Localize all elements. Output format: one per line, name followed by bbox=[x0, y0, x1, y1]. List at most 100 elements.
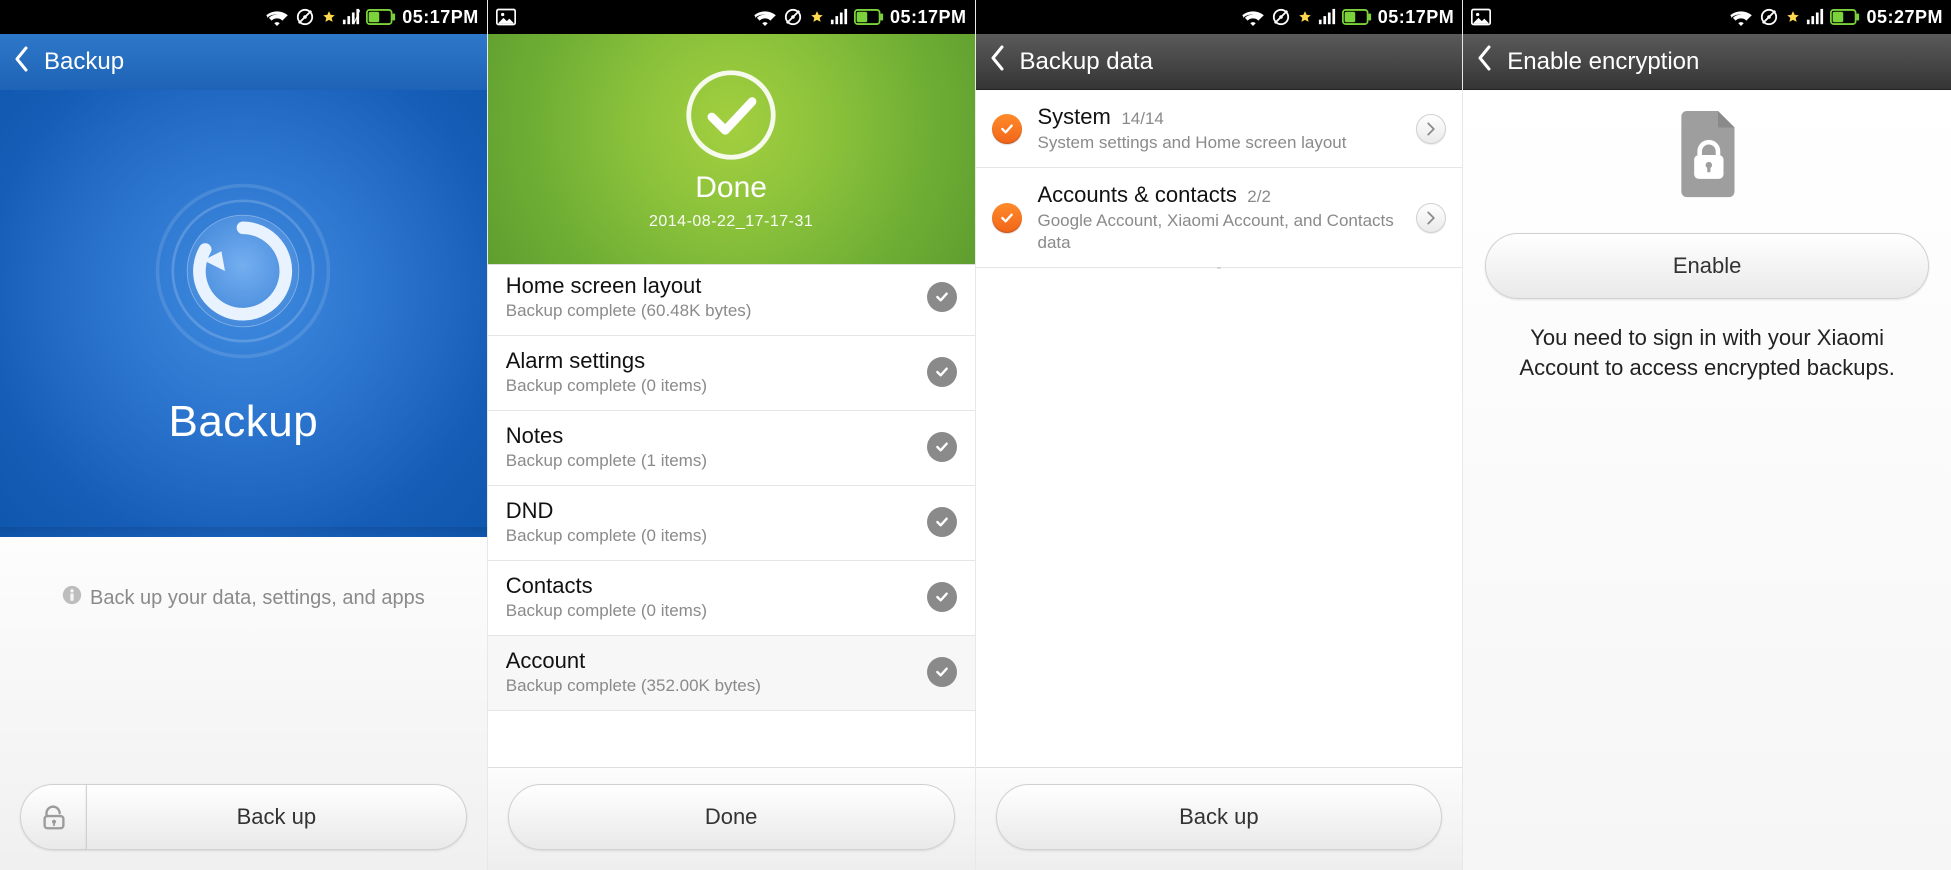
info-icon bbox=[62, 585, 82, 611]
status-bar: 05:17PM bbox=[488, 0, 975, 34]
list-item[interactable]: Home screen layout Backup complete (60.4… bbox=[488, 265, 975, 336]
sim-no-signal-icon bbox=[1270, 8, 1292, 26]
cat-title: Accounts & contacts bbox=[1038, 182, 1237, 207]
hero-title: Backup bbox=[168, 397, 318, 447]
enable-button[interactable]: Enable bbox=[1485, 233, 1929, 299]
button-label: Back up bbox=[237, 804, 317, 830]
signal-icon bbox=[830, 8, 848, 26]
backup-ring-icon bbox=[153, 181, 333, 361]
chevron-right-icon[interactable] bbox=[1416, 114, 1446, 144]
item-sub: Backup complete (0 items) bbox=[506, 376, 913, 396]
list-item[interactable]: Notes Backup complete (1 items) bbox=[488, 411, 975, 486]
check-icon bbox=[927, 282, 957, 312]
battery-icon bbox=[854, 9, 884, 25]
footer: Done bbox=[488, 767, 975, 870]
star-icon bbox=[810, 10, 824, 24]
status-bar: 05:17PM bbox=[976, 0, 1463, 34]
star-icon bbox=[1298, 10, 1312, 24]
item-title: Account bbox=[506, 648, 913, 674]
screenshot-icon bbox=[496, 8, 516, 26]
lock-file-icon bbox=[1652, 100, 1762, 215]
sim-no-signal-icon bbox=[1758, 8, 1780, 26]
button-label: Enable bbox=[1673, 253, 1742, 279]
backup-items-list[interactable]: Home screen layout Backup complete (60.4… bbox=[488, 264, 975, 767]
sim-no-signal-icon bbox=[294, 8, 316, 26]
wifi-icon bbox=[754, 8, 776, 26]
done-button[interactable]: Done bbox=[508, 784, 955, 850]
wifi-icon bbox=[266, 8, 288, 26]
status-bar: 05:27PM bbox=[1463, 0, 1951, 34]
encryption-message: You need to sign in with your Xiaomi Acc… bbox=[1485, 323, 1929, 382]
backup-button[interactable]: Back up bbox=[996, 784, 1443, 850]
screen-backup-landing: 05:17PM Backup bbox=[0, 0, 488, 870]
check-icon bbox=[927, 357, 957, 387]
done-title: Done bbox=[695, 171, 767, 205]
item-sub: Backup complete (60.48K bytes) bbox=[506, 301, 913, 321]
list-item[interactable]: Contacts Backup complete (0 items) bbox=[488, 561, 975, 636]
done-check-icon bbox=[683, 67, 779, 163]
signal-icon bbox=[1806, 8, 1824, 26]
wifi-icon bbox=[1242, 8, 1264, 26]
button-label: Back up bbox=[1179, 804, 1259, 830]
signal-icon bbox=[1318, 8, 1336, 26]
item-title: Home screen layout bbox=[506, 273, 913, 299]
header: Enable encryption bbox=[1463, 34, 1951, 90]
done-hero: Done 2014-08-22_17-17-31 bbox=[488, 34, 975, 264]
item-title: DND bbox=[506, 498, 913, 524]
cat-count: 2/2 bbox=[1247, 187, 1271, 206]
list-item[interactable]: Account Backup complete (352.00K bytes) bbox=[488, 636, 975, 711]
header: Backup bbox=[0, 34, 487, 90]
screen-backup-data: 05:17PM Backup data System 14/14 System … bbox=[976, 0, 1464, 870]
header-title: Backup data bbox=[1020, 48, 1153, 76]
encryption-body: Enable You need to sign in with your Xia… bbox=[1463, 90, 1951, 870]
header: Backup data bbox=[976, 34, 1463, 90]
item-sub: Backup complete (0 items) bbox=[506, 526, 913, 546]
info-text: Back up your data, settings, and apps bbox=[90, 587, 425, 610]
clock-text: 05:27PM bbox=[1866, 7, 1943, 28]
check-icon bbox=[927, 582, 957, 612]
category-list: System 14/14 System settings and Home sc… bbox=[976, 90, 1463, 767]
item-sub: Backup complete (352.00K bytes) bbox=[506, 676, 913, 696]
battery-icon bbox=[366, 9, 396, 25]
done-date: 2014-08-22_17-17-31 bbox=[649, 213, 813, 231]
backup-button[interactable]: Back up bbox=[86, 784, 467, 850]
back-icon[interactable] bbox=[14, 46, 30, 79]
back-icon[interactable] bbox=[990, 45, 1006, 78]
hero: Backup bbox=[0, 90, 487, 537]
list-item[interactable]: Alarm settings Backup complete (0 items) bbox=[488, 336, 975, 411]
star-icon bbox=[322, 10, 336, 24]
cat-sub: Google Account, Xiaomi Account, and Cont… bbox=[1038, 210, 1401, 253]
encryption-toggle[interactable] bbox=[20, 784, 86, 850]
chevron-right-icon[interactable] bbox=[1416, 203, 1446, 233]
star-icon bbox=[1786, 10, 1800, 24]
list-item[interactable]: DND Backup complete (0 items) bbox=[488, 486, 975, 561]
checked-badge-icon bbox=[992, 203, 1022, 233]
screen-backup-done: 05:17PM Done 2014-08-22_17-17-31 Home sc… bbox=[488, 0, 976, 870]
check-icon bbox=[927, 657, 957, 687]
clock-text: 05:17PM bbox=[1378, 7, 1455, 28]
check-icon bbox=[927, 507, 957, 537]
category-row-contacts[interactable]: Accounts & contacts 2/2 Google Account, … bbox=[976, 168, 1463, 268]
screenshot-icon bbox=[1471, 8, 1491, 26]
sim-no-signal-icon bbox=[782, 8, 804, 26]
header-title: Backup bbox=[44, 48, 124, 76]
header-title: Enable encryption bbox=[1507, 48, 1699, 76]
cat-title: System bbox=[1038, 104, 1111, 129]
backup-action-row: Back up bbox=[20, 784, 467, 850]
signal-icon bbox=[342, 8, 360, 26]
clock-text: 05:17PM bbox=[402, 7, 479, 28]
wifi-icon bbox=[1730, 8, 1752, 26]
cat-count: 14/14 bbox=[1121, 109, 1164, 128]
back-icon[interactable] bbox=[1477, 45, 1493, 78]
item-title: Alarm settings bbox=[506, 348, 913, 374]
category-row-system[interactable]: System 14/14 System settings and Home sc… bbox=[976, 90, 1463, 168]
check-icon bbox=[927, 432, 957, 462]
checked-badge-icon bbox=[992, 114, 1022, 144]
screen-enable-encryption: 05:27PM Enable encryption bbox=[1463, 0, 1951, 870]
cat-sub: System settings and Home screen layout bbox=[1038, 132, 1401, 153]
battery-icon bbox=[1342, 9, 1372, 25]
footer: Back up bbox=[976, 767, 1463, 870]
button-label: Done bbox=[705, 804, 758, 830]
status-bar: 05:17PM bbox=[0, 0, 487, 34]
battery-icon bbox=[1830, 9, 1860, 25]
